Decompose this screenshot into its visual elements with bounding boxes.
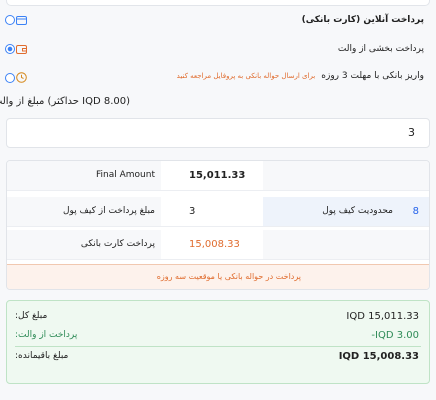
option-wallet[interactable]: پرداخت بخشی از والت	[338, 44, 424, 54]
remaining-label: مبلغ باقیمانده:	[15, 351, 69, 361]
summary-empty-cell	[263, 230, 429, 259]
total-value: IQD 15,011.33	[346, 311, 419, 322]
clock-icon	[16, 72, 27, 83]
option-online-card-control[interactable]	[5, 15, 27, 25]
credit-card-icon	[16, 15, 27, 25]
wallet-deduction-label: پرداخت از والت:	[15, 330, 78, 340]
summary-empty-cell	[263, 161, 429, 190]
summary-row-wallet: مبلغ پرداخت از کیف پول 3 محدودیت کیف پول…	[7, 197, 429, 227]
option-online-card[interactable]: پرداخت آنلاین (کارت بانکی)	[302, 15, 424, 25]
card-payment-value: 15,008.33	[161, 230, 263, 259]
option-bank-transfer-control[interactable]	[5, 72, 27, 83]
wallet-amount-label: مبلغ از والت (حداکثر IQD 8.00)	[0, 96, 130, 107]
wallet-limit-label: محدودیت کیف پول	[322, 206, 393, 216]
total-label: مبلغ کل:	[15, 311, 48, 321]
totals-divider	[15, 346, 421, 347]
bank-transfer-warning: پرداخت در حواله بانکی یا موقعیت سه روزه	[7, 264, 429, 289]
option-bank-transfer-label: واریز بانکی با مهلت 3 روزه	[321, 71, 424, 81]
wallet-radio[interactable]	[5, 44, 15, 54]
card-payment-label: پرداخت کارت بانکی	[7, 230, 161, 259]
payment-panel: پرداخت آنلاین (کارت بانکی) پرداخت بخشی ا…	[0, 0, 436, 400]
wallet-amount-input[interactable]: 3	[6, 118, 430, 148]
final-amount-label: Final Amount	[7, 161, 161, 190]
bank-transfer-radio[interactable]	[5, 72, 15, 83]
option-wallet-control[interactable]	[5, 44, 27, 54]
wallet-payment-label: مبلغ پرداخت از کیف پول	[7, 197, 161, 226]
remaining-value: IQD 15,008.33	[338, 351, 419, 362]
option-bank-transfer[interactable]: واریز بانکی با مهلت 3 روزه برای ارسال حو…	[177, 71, 424, 81]
wallet-limit-value: 8	[412, 206, 419, 217]
wallet-icon	[16, 45, 27, 54]
option-wallet-label: پرداخت بخشی از والت	[337, 44, 424, 54]
option-online-card-label: پرداخت آنلاین (کارت بانکی)	[301, 15, 424, 25]
summary-row-card: پرداخت کارت بانکی 15,008.33	[7, 230, 429, 260]
payment-summary-table: Final Amount 15,011.33 مبلغ پرداخت از کی…	[6, 160, 430, 290]
totals-box: مبلغ کل: IQD 15,011.33 پرداخت از والت: -…	[6, 300, 430, 384]
online-card-radio[interactable]	[5, 15, 15, 25]
summary-row-final: Final Amount 15,011.33	[7, 161, 429, 191]
wallet-deduction-value: -IQD 3.00	[371, 330, 419, 341]
wallet-payment-value: 3	[161, 197, 263, 226]
wallet-limit-cell: محدودیت کیف پول 8	[263, 197, 429, 226]
final-amount-value: 15,011.33	[161, 161, 263, 190]
option-bank-transfer-note: برای ارسال حواله بانکی به پروفایل مراجعه…	[176, 72, 316, 80]
previous-card-edge	[6, 0, 430, 6]
